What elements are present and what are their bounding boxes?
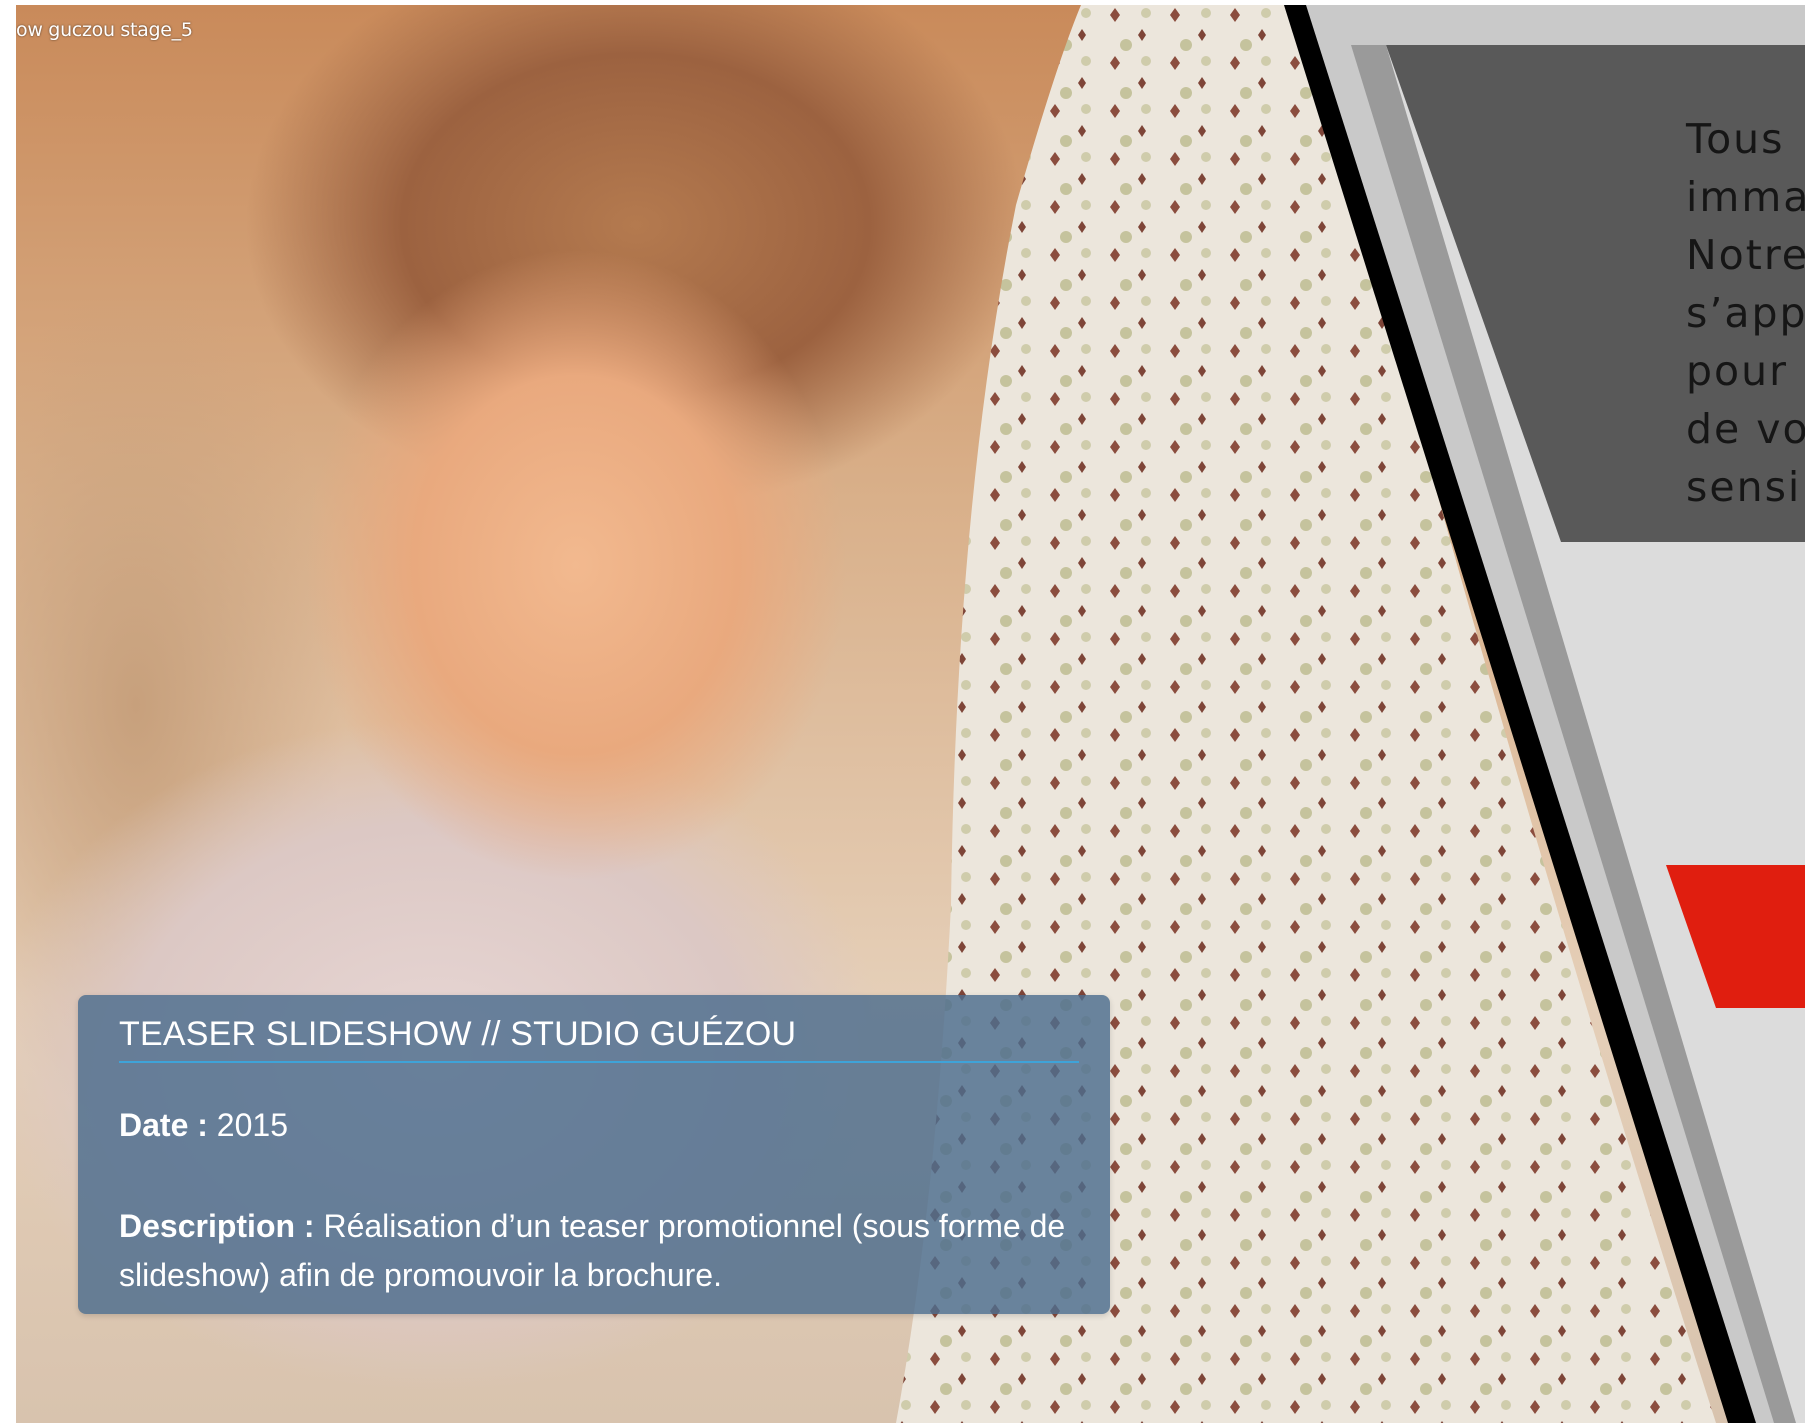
right-text-line: Notre <box>1686 231 1805 279</box>
project-description: Description : Réalisation d’un teaser pr… <box>119 1202 1079 1300</box>
slideshow-frame: Tous imma Notre s’app pour de vo sensi o… <box>16 5 1805 1423</box>
description-label: Description : <box>119 1208 315 1244</box>
right-text-line: Tous <box>1686 115 1785 163</box>
right-text-line: de vo <box>1686 405 1805 453</box>
date-value: 2015 <box>216 1107 288 1143</box>
project-title: TEASER SLIDESHOW // STUDIO GUÉZOU <box>119 1015 797 1053</box>
date-label: Date : <box>119 1107 208 1143</box>
right-text-line: pour <box>1686 347 1788 395</box>
project-info-box: TEASER SLIDESHOW // STUDIO GUÉZOU Date :… <box>78 995 1110 1314</box>
right-text-line: sensi <box>1686 463 1802 511</box>
right-panel-text: Tous imma Notre s’app pour de vo sensi <box>1686 110 1805 516</box>
right-text-line: imma <box>1686 173 1805 221</box>
right-text-line: s’app <box>1686 289 1805 337</box>
window-title: ow guczou stage_5 <box>16 19 193 41</box>
project-date: Date : 2015 <box>119 1107 288 1144</box>
title-underline <box>119 1061 1079 1063</box>
